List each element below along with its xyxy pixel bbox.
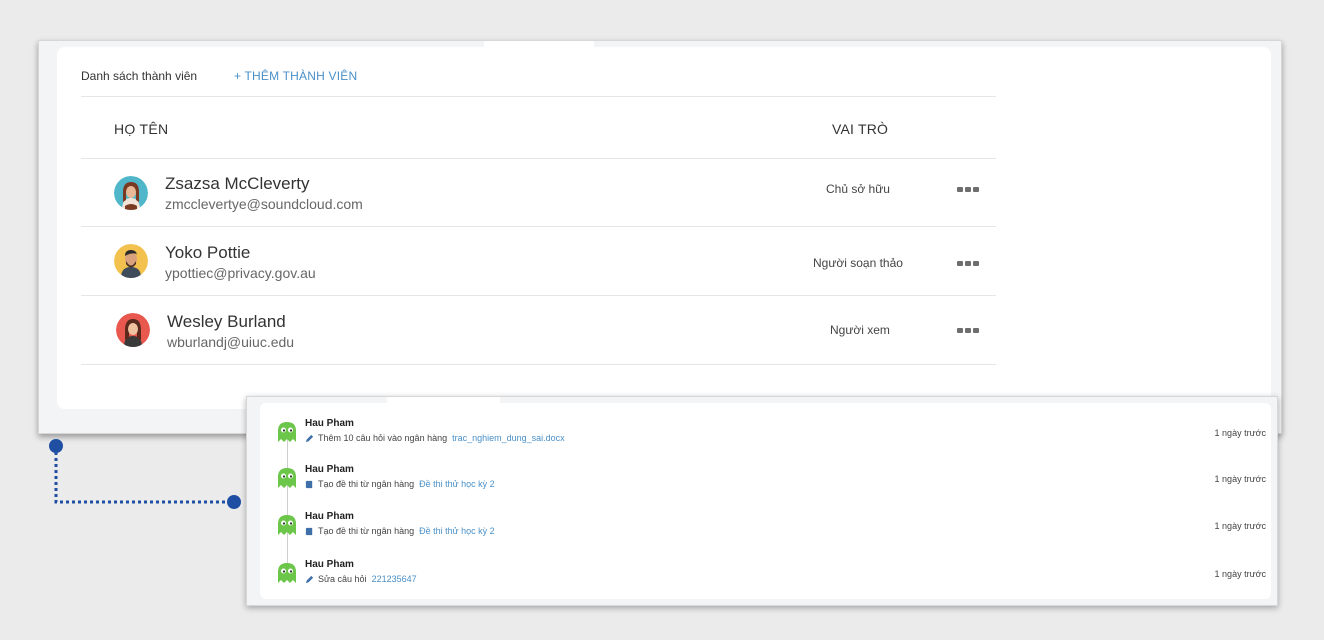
activity-action: Tạo đề thi từ ngân hàng [318, 526, 415, 536]
activity-link[interactable]: Đề thi thử học kỳ 2 [419, 526, 495, 536]
activity-item: Hau Pham Tạo đề thi từ ngân hàng Đề thi … [276, 511, 1266, 551]
more-options-icon[interactable] [957, 328, 979, 333]
member-role: Chủ sở hữu [826, 182, 890, 196]
activity-user: Hau Pham [305, 559, 354, 570]
pencil-icon [305, 434, 314, 442]
activity-link[interactable]: trac_nghiem_dung_sai.docx [452, 433, 565, 443]
activity-time: 1 ngày trước [1214, 521, 1266, 531]
activity-user: Hau Pham [305, 464, 354, 475]
activity-link[interactable]: Đề thi thử học kỳ 2 [419, 479, 495, 489]
activity-user: Hau Pham [305, 511, 354, 522]
activity-time: 1 ngày trước [1214, 569, 1266, 579]
ghost-avatar-icon [278, 563, 296, 583]
activity-action: Thêm 10 câu hỏi vào ngân hàng [318, 433, 448, 443]
activity-item: Hau Pham Tạo đề thi từ ngân hàng Đề thi … [276, 464, 1266, 504]
activity-card: Hau Pham Thêm 10 câu hỏi vào ngân hàng t… [260, 397, 1271, 599]
activity-user: Hau Pham [305, 418, 354, 429]
activity-time: 1 ngày trước [1214, 474, 1266, 484]
book-icon [305, 527, 313, 535]
ghost-avatar-icon [278, 422, 296, 442]
activity-panel: Hau Pham Thêm 10 câu hỏi vào ngân hàng t… [246, 396, 1278, 606]
activity-item: Hau Pham Sửa câu hỏi 221235647 1 ngày tr… [276, 559, 1266, 599]
more-options-icon[interactable] [957, 187, 979, 192]
column-role-header: VAI TRÒ [832, 121, 889, 137]
activity-action: Tạo đề thi từ ngân hàng [318, 479, 415, 489]
pencil-icon [305, 575, 314, 583]
book-icon [305, 480, 313, 488]
member-role: Người xem [830, 323, 890, 337]
activity-link[interactable]: 221235647 [372, 574, 417, 584]
more-options-icon[interactable] [957, 261, 979, 266]
ghost-avatar-icon [278, 468, 296, 488]
activity-action: Sửa câu hỏi [318, 574, 367, 584]
ghost-avatar-icon [278, 515, 296, 535]
activity-item: Hau Pham Thêm 10 câu hỏi vào ngân hàng t… [276, 418, 1266, 458]
member-role: Người soạn thảo [813, 256, 903, 270]
connector-line [49, 439, 241, 509]
activity-time: 1 ngày trước [1214, 428, 1266, 438]
